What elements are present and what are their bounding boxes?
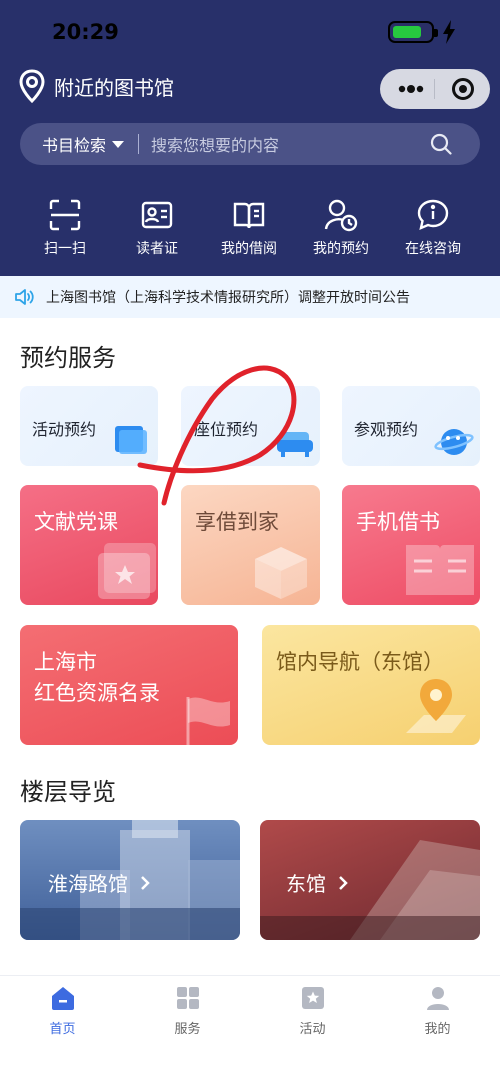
tab-mine-label: 我的 xyxy=(424,1022,451,1037)
book-icon xyxy=(233,202,265,229)
quick-actions: 扫一扫 读者证 我的借阅 我的预约 在线咨询 xyxy=(0,198,500,264)
phone-borrow-label: 手机借书 xyxy=(356,510,440,534)
party-lesson-tile[interactable]: 文献党课 xyxy=(20,485,158,605)
search-category-select[interactable]: 书目检索 xyxy=(42,132,106,156)
activity-reservation-label: 活动预约 xyxy=(32,420,97,439)
visit-reservation-label: 参观预约 xyxy=(354,420,419,439)
huaihai-branch-card[interactable]: 淮海路馆 xyxy=(20,820,240,940)
scan-icon xyxy=(49,199,81,231)
quick-online-consult[interactable]: 在线咨询 xyxy=(387,198,479,258)
status-bar: 20:29 xyxy=(0,0,500,62)
tab-activities[interactable]: 活动 xyxy=(250,984,375,1037)
chevron-right-icon xyxy=(339,875,348,890)
tabbar-divider xyxy=(0,975,500,976)
search-input[interactable]: 搜索您想要的内容 xyxy=(151,132,279,156)
status-time: 20:29 xyxy=(52,20,119,44)
nearby-library-link[interactable]: 附近的图书馆 xyxy=(18,66,174,106)
search-bar[interactable]: 书目检索 搜索您想要的内容 xyxy=(20,123,480,165)
map-pin-icon xyxy=(406,679,466,733)
header: 20:29 附近的图书馆 书目检索 搜索您想要的内容 扫一扫 读者证 我的借阅 … xyxy=(0,0,500,276)
chevron-down-icon[interactable] xyxy=(112,140,125,148)
red-resources-line2: 红色资源名录 xyxy=(34,681,160,705)
quick-my-reservation[interactable]: 我的预约 xyxy=(295,198,387,258)
red-resources-tile[interactable]: 上海市 红色资源名录 xyxy=(20,625,238,745)
floor-section-title: 楼层导览 xyxy=(20,778,116,806)
home-icon xyxy=(51,987,74,1010)
flag-icon xyxy=(186,697,230,745)
location-pin-icon xyxy=(19,69,45,103)
open-book-icon xyxy=(406,545,474,595)
battery-icon xyxy=(388,21,438,43)
charging-bolt-icon xyxy=(443,20,455,44)
document-star-icon xyxy=(98,543,156,599)
quick-my-borrow[interactable]: 我的借阅 xyxy=(203,198,295,258)
profile-icon xyxy=(426,987,449,1010)
huaihai-branch-label: 淮海路馆 xyxy=(48,872,128,896)
home-delivery-label: 享借到家 xyxy=(195,510,279,534)
notice-text: 上海图书馆（上海科学技术情报研究所）调整开放时间公告 xyxy=(46,290,410,306)
notice-bar[interactable]: 上海图书馆（上海科学技术情报研究所）调整开放时间公告 xyxy=(0,276,500,318)
mini-program-capsule xyxy=(380,69,490,109)
east-branch-card[interactable]: 东馆 xyxy=(260,820,480,940)
planet-icon xyxy=(434,429,474,455)
quick-scan[interactable]: 扫一扫 xyxy=(19,198,111,258)
tab-home[interactable]: 首页 xyxy=(0,984,125,1037)
grid-icon xyxy=(176,987,199,1009)
quick-reader-card[interactable]: 读者证 xyxy=(111,198,203,258)
home-delivery-tile[interactable]: 享借到家 xyxy=(181,485,320,605)
quick-my-borrow-label: 我的借阅 xyxy=(221,241,277,257)
tab-mine[interactable]: 我的 xyxy=(375,984,500,1037)
user-clock-icon xyxy=(324,199,358,232)
reader-card-icon xyxy=(141,201,173,229)
quick-reader-card-label: 读者证 xyxy=(136,241,178,257)
more-icon[interactable] xyxy=(398,81,424,97)
visit-reservation-tile[interactable]: 参观预约 xyxy=(342,386,480,466)
tab-services[interactable]: 服务 xyxy=(125,984,250,1037)
red-resources-line1: 上海市 xyxy=(34,650,97,674)
chat-info-icon xyxy=(417,199,449,231)
close-mini-program-icon[interactable] xyxy=(452,78,474,100)
nearby-library-label: 附近的图书馆 xyxy=(54,75,174,100)
box-icon xyxy=(255,547,307,599)
star-badge-icon xyxy=(301,987,324,1009)
indoor-navigation-label: 馆内导航（东馆） xyxy=(276,650,444,674)
search-icon[interactable] xyxy=(430,133,452,155)
quick-scan-label: 扫一扫 xyxy=(44,241,86,257)
speaker-icon xyxy=(15,289,34,305)
tab-services-label: 服务 xyxy=(174,1022,201,1037)
east-branch-label: 东馆 xyxy=(286,872,326,896)
phone-borrow-tile[interactable]: 手机借书 xyxy=(342,485,480,605)
tab-home-label: 首页 xyxy=(49,1022,76,1037)
quick-online-consult-label: 在线咨询 xyxy=(405,241,461,257)
tab-activities-label: 活动 xyxy=(299,1022,326,1037)
party-lesson-label: 文献党课 xyxy=(34,510,118,534)
reservation-section-title: 预约服务 xyxy=(20,344,116,372)
quick-my-reservation-label: 我的预约 xyxy=(313,241,369,257)
indoor-navigation-tile[interactable]: 馆内导航（东馆） xyxy=(262,625,480,745)
chevron-right-icon xyxy=(141,875,150,890)
